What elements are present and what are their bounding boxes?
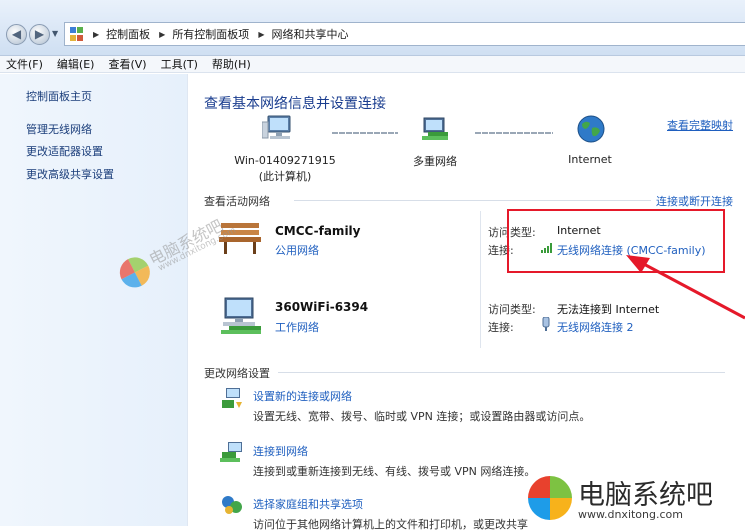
breadcrumb-item[interactable]: 网络和共享中心 bbox=[271, 26, 348, 42]
page-title: 查看基本网络信息并设置连接 bbox=[204, 96, 386, 112]
arrow-left-icon: ◀ bbox=[11, 27, 22, 41]
watermark-corner-text: 电脑系统吧 bbox=[578, 480, 713, 511]
task-description: 设置无线、宽带、拨号、临时或 VPN 连接；或设置路由器或访问点。 bbox=[253, 410, 591, 423]
menu-tools[interactable]: 工具(T) bbox=[161, 56, 198, 72]
computer-node-label: Win-01409271915 (此计算机) bbox=[225, 153, 345, 185]
section-divider bbox=[294, 200, 651, 201]
work-network-icon[interactable] bbox=[219, 296, 263, 336]
computer-subtitle: (此计算机) bbox=[258, 170, 312, 183]
menu-help[interactable]: 帮助(H) bbox=[212, 56, 251, 72]
task-setup-connection-link[interactable]: 设置新的连接或网络 bbox=[253, 388, 352, 404]
task-homegroup-link[interactable]: 选择家庭组和共享选项 bbox=[253, 496, 363, 512]
computer-name: Win-01409271915 bbox=[234, 154, 336, 167]
connect-disconnect-link[interactable]: 连接或断开连接 bbox=[656, 193, 733, 209]
multiple-networks-icon[interactable] bbox=[420, 116, 452, 146]
control-panel-icon bbox=[70, 27, 84, 41]
connection-label: 连接: bbox=[488, 321, 514, 334]
menu-view[interactable]: 查看(V) bbox=[108, 56, 146, 72]
map-connector bbox=[332, 132, 398, 134]
globe-icon[interactable] bbox=[576, 114, 606, 144]
homegroup-icon[interactable] bbox=[220, 494, 244, 516]
task-description: 访问位于其他网络计算机上的文件和打印机，或更改共享 bbox=[253, 518, 528, 531]
address-bar: ◀ ▶ ▼ ▶ 控制面板 ▶ 所有控制面板项 ▶ 网络和共享中心 bbox=[0, 0, 745, 56]
arrow-right-icon: ▶ bbox=[34, 27, 45, 41]
computer-icon[interactable] bbox=[262, 114, 296, 144]
task-connect-network-link[interactable]: 连接到网络 bbox=[253, 443, 308, 459]
network-name: CMCC-family bbox=[275, 224, 361, 238]
view-full-map-link[interactable]: 查看完整映射 bbox=[667, 117, 733, 133]
connection-link[interactable]: 无线网络连接 2 bbox=[557, 319, 634, 335]
sidebar: 控制面板主页 管理无线网络 更改适配器设置 更改高级共享设置 bbox=[0, 74, 188, 526]
access-type-value: 无法连接到 Internet bbox=[557, 303, 660, 316]
breadcrumb-item[interactable]: 所有控制面板项 bbox=[172, 26, 249, 42]
network-type-link[interactable]: 公用网络 bbox=[275, 242, 319, 258]
section-divider bbox=[278, 372, 725, 373]
forward-button[interactable]: ▶ bbox=[29, 24, 50, 45]
sidebar-item-control-panel-home[interactable]: 控制面板主页 bbox=[26, 88, 92, 104]
wireless-adapter-icon bbox=[542, 317, 550, 331]
column-divider bbox=[480, 211, 481, 348]
menu-file[interactable]: 文件(F) bbox=[6, 56, 43, 72]
access-type-label: 访问类型: bbox=[488, 303, 536, 316]
change-settings-heading: 更改网络设置 bbox=[204, 367, 270, 380]
breadcrumb-item[interactable]: 控制面板 bbox=[106, 26, 150, 42]
sidebar-item-advanced-sharing[interactable]: 更改高级共享设置 bbox=[26, 166, 114, 182]
setup-connection-icon[interactable] bbox=[220, 388, 244, 410]
watermark-corner-url: www.dnxitong.com bbox=[578, 508, 683, 521]
watermark-corner-logo-icon bbox=[528, 476, 572, 520]
highlight-annotation-box bbox=[507, 209, 725, 273]
recent-pages-dropdown[interactable]: ▼ bbox=[52, 29, 58, 38]
breadcrumb[interactable]: ▶ 控制面板 ▶ 所有控制面板项 ▶ 网络和共享中心 bbox=[64, 22, 745, 46]
active-networks-heading: 查看活动网络 bbox=[204, 195, 270, 208]
menu-bar: 文件(F) 编辑(E) 查看(V) 工具(T) 帮助(H) bbox=[0, 56, 745, 73]
chevron-right-icon[interactable]: ▶ bbox=[258, 30, 264, 39]
map-connector bbox=[475, 132, 553, 134]
multiple-networks-label: 多重网络 bbox=[413, 155, 457, 168]
back-button[interactable]: ◀ bbox=[6, 24, 27, 45]
network-name: 360WiFi-6394 bbox=[275, 300, 369, 314]
sidebar-item-manage-wireless[interactable]: 管理无线网络 bbox=[26, 121, 92, 137]
internet-label: Internet bbox=[568, 153, 612, 166]
network-type-link[interactable]: 工作网络 bbox=[275, 319, 319, 335]
main-content: 查看基本网络信息并设置连接 查看完整映射 Win-01409271915 (此计… bbox=[189, 74, 745, 531]
sidebar-item-adapter-settings[interactable]: 更改适配器设置 bbox=[26, 143, 103, 159]
task-description: 连接到或重新连接到无线、有线、拨号或 VPN 网络连接。 bbox=[253, 465, 536, 478]
chevron-right-icon[interactable]: ▶ bbox=[93, 30, 99, 39]
chevron-right-icon[interactable]: ▶ bbox=[159, 30, 165, 39]
menu-edit[interactable]: 编辑(E) bbox=[57, 56, 95, 72]
connect-network-icon[interactable] bbox=[220, 442, 244, 464]
